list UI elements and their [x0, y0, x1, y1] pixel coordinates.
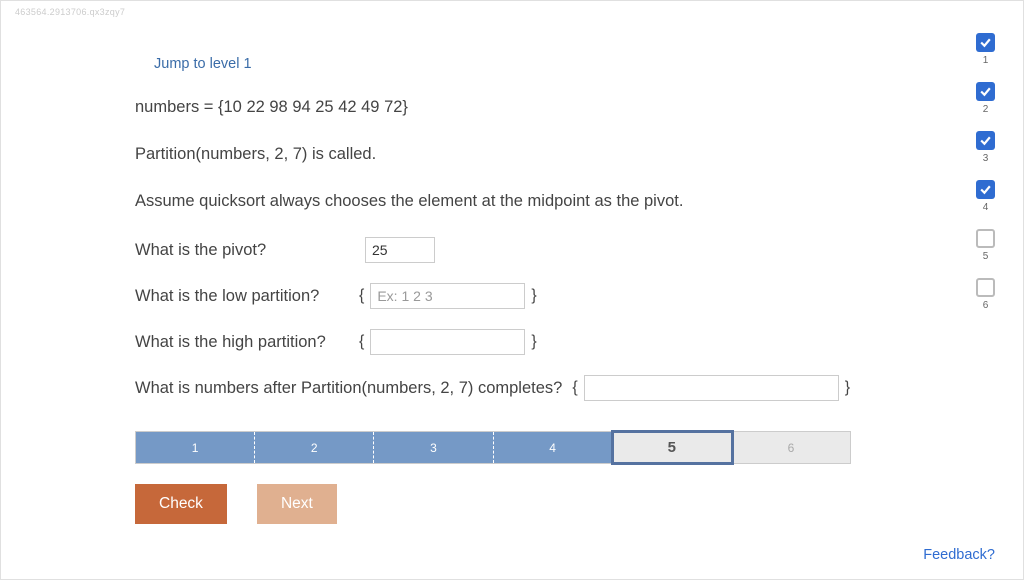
progress-segment-5[interactable]: 5 [613, 432, 732, 463]
pivot-input[interactable] [365, 237, 435, 263]
side-step-indicators: 1 2 3 4 5 6 [976, 33, 995, 321]
question-high-row: What is the high partition? { } [135, 329, 895, 355]
high-label: What is the high partition? [135, 333, 335, 352]
low-partition-input[interactable] [370, 283, 525, 309]
step-number: 1 [983, 55, 989, 66]
progress-segment-2[interactable]: 2 [255, 432, 374, 463]
close-brace: } [531, 333, 536, 351]
question-low-row: What is the low partition? { } [135, 283, 895, 309]
statement-assumption: Assume quicksort always chooses the elem… [135, 190, 895, 213]
progress-segment-4[interactable]: 4 [494, 432, 613, 463]
open-brace: { [359, 333, 364, 351]
step-indicator-2[interactable]: 2 [976, 82, 995, 125]
low-label: What is the low partition? [135, 287, 335, 306]
statement-numbers: numbers = {10 22 98 94 25 42 49 72} [135, 96, 895, 119]
close-brace: } [531, 287, 536, 305]
check-icon[interactable] [976, 82, 995, 101]
watermark-text: 463564.2913706.qx3zqy7 [15, 7, 125, 17]
after-label: What is numbers after Partition(numbers,… [135, 379, 562, 398]
high-partition-input[interactable] [370, 329, 525, 355]
check-icon[interactable] [976, 33, 995, 52]
step-indicator-1[interactable]: 1 [976, 33, 995, 76]
action-buttons: Check Next [135, 484, 895, 524]
progress-bar: 123456 [135, 431, 851, 464]
step-number: 6 [983, 300, 989, 311]
check-icon[interactable] [976, 180, 995, 199]
step-indicator-4[interactable]: 4 [976, 180, 995, 223]
feedback-link[interactable]: Feedback? [923, 547, 995, 563]
statement-partition-call: Partition(numbers, 2, 7) is called. [135, 143, 895, 166]
step-number: 5 [983, 251, 989, 262]
empty-step-icon[interactable] [976, 229, 995, 248]
step-indicator-5[interactable]: 5 [976, 229, 995, 272]
open-brace: { [572, 379, 577, 397]
open-brace: { [359, 287, 364, 305]
check-button[interactable]: Check [135, 484, 227, 524]
progress-segment-3[interactable]: 3 [374, 432, 493, 463]
jump-to-level-link[interactable]: Jump to level 1 [154, 56, 252, 72]
empty-step-icon[interactable] [976, 278, 995, 297]
check-icon[interactable] [976, 131, 995, 150]
pivot-label: What is the pivot? [135, 241, 347, 260]
after-partition-input[interactable] [584, 375, 839, 401]
question-pivot-row: What is the pivot? [135, 237, 895, 263]
step-number: 3 [983, 153, 989, 164]
question-content: numbers = {10 22 98 94 25 42 49 72} Part… [135, 96, 895, 524]
step-indicator-3[interactable]: 3 [976, 131, 995, 174]
step-indicator-6[interactable]: 6 [976, 278, 995, 321]
step-number: 4 [983, 202, 989, 213]
progress-segment-1[interactable]: 1 [136, 432, 255, 463]
question-after-row: What is numbers after Partition(numbers,… [135, 375, 895, 401]
next-button[interactable]: Next [257, 484, 337, 524]
close-brace: } [845, 379, 850, 397]
step-number: 2 [983, 104, 989, 115]
progress-segment-6[interactable]: 6 [732, 432, 850, 463]
